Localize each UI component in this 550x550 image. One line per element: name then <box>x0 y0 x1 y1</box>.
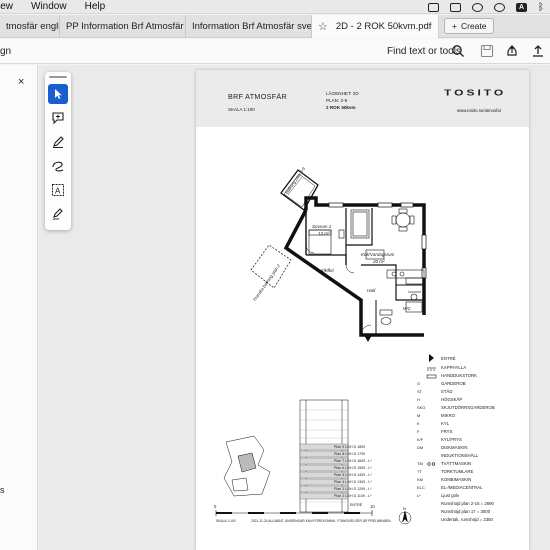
sign-label[interactable]: gn <box>0 46 11 57</box>
menu-window[interactable]: Window <box>22 1 76 12</box>
upload-icon[interactable] <box>531 44 545 58</box>
level-label: Plan 8 LGH D 1709 <box>334 452 366 456</box>
disclaimer: 2021-11-24 ALLMÄNT. ÄNDRINGAR KAN FÖREKO… <box>251 519 392 523</box>
kitchen-label: Kök/Vardagsrum <box>361 252 395 257</box>
add-comment-tool[interactable] <box>48 108 68 128</box>
hall-label: Hall <box>367 289 376 294</box>
bedroom-area: 13 m² <box>318 231 330 236</box>
tab-atmosfar-english[interactable]: tmosfär engli... <box>0 15 60 38</box>
floor-plan-drawing <box>215 169 437 525</box>
legend-item: HANDDUKSTORK <box>441 373 477 378</box>
cursor-arrow-icon <box>55 89 62 99</box>
legend-item: SKG SKJUTDÖRRSGARDEROB <box>417 405 495 410</box>
find-text-tools[interactable]: Find text or tools <box>387 46 461 57</box>
legend-item: ELC EL-/MEDIACENTRAL <box>417 485 483 490</box>
kitchen-area: 20 m² <box>373 259 385 264</box>
legend-item: K/F KYL/FRYS <box>417 437 462 442</box>
tab-strip: tmosfär engli... PP Information Brf Atmo… <box>0 15 550 38</box>
play-icon[interactable] <box>494 2 505 12</box>
scale-start: 0 <box>214 504 217 509</box>
panel-label: s <box>0 485 5 495</box>
save-icon[interactable] <box>480 44 494 58</box>
level-label: Plan 2 LGH D 1109 - L* <box>334 494 372 498</box>
text-box-icon: A <box>52 184 64 196</box>
status-area: A ᛒ <box>428 0 550 14</box>
drag-handle[interactable] <box>49 76 67 78</box>
share-icon[interactable] <box>505 44 519 58</box>
menu-help[interactable]: Help <box>76 1 115 12</box>
plus-icon: + <box>452 21 457 31</box>
compass-north: N <box>403 506 406 511</box>
legend-item: G GARDEROB <box>417 381 466 386</box>
svg-text:A: A <box>55 187 61 196</box>
bedroom-label: Sovrum 1 <box>312 224 332 229</box>
legend-item: F FRYS <box>417 429 453 434</box>
entrance-label: ENTRÉ <box>350 503 363 507</box>
pen-icon <box>53 136 64 148</box>
level-label: Plan 6 LGH D 1509 - L* <box>334 466 372 470</box>
level-label: Plan 7 LGH D 1609 - L* <box>334 459 372 463</box>
draw-tool[interactable] <box>48 156 68 176</box>
screen-icon[interactable] <box>450 2 461 12</box>
close-panel-icon[interactable]: × <box>18 76 24 88</box>
tab-label: PP Information Brf Atmosfär 2... <box>66 21 185 32</box>
tab-information-svenska[interactable]: Information Brf Atmosfär sven... <box>186 15 312 38</box>
menu-view[interactable]: iew <box>0 1 22 12</box>
scale-label: SKALA 1:100 <box>216 519 236 523</box>
bluetooth-icon[interactable]: ᛒ <box>538 2 544 13</box>
tab-pp-information[interactable]: PP Information Brf Atmosfär 2... <box>60 15 186 38</box>
quick-tools-rail: A <box>45 72 71 230</box>
left-panel: × s <box>0 65 38 550</box>
wc-label: WC <box>403 307 411 312</box>
toolbar: gn Find text or tools <box>0 39 550 64</box>
tab-label: 2D - 2 ROK 50kvm.pdf <box>335 21 432 32</box>
level-label: Plan 5 LGH D 1409 - L* <box>334 473 372 477</box>
text-box-tool[interactable]: A <box>48 180 68 200</box>
tab-label: tmosfär engli... <box>6 21 59 32</box>
comment-icon <box>52 112 64 125</box>
menu-bar: iew Window Help A ᛒ <box>0 0 550 14</box>
legend-item: ST STÄD <box>417 389 453 394</box>
tab-label: Information Brf Atmosfär sven... <box>192 21 312 32</box>
tab-2d-2rok[interactable]: ☆ 2D - 2 ROK 50kvm.pdf ✕ <box>312 15 439 38</box>
legend-item: INDUKTIONSHÄLL <box>441 453 479 458</box>
fill-sign-icon <box>52 208 63 220</box>
scale-end: 10 <box>370 504 375 509</box>
text-icon[interactable]: A <box>516 2 527 12</box>
star-icon[interactable]: ☆ <box>318 20 328 33</box>
freehand-draw-icon <box>52 161 64 172</box>
window-icon[interactable] <box>428 2 439 12</box>
room-height: Rumshöjd plan 2-16 = 2690 <box>441 501 494 506</box>
compass-rose <box>398 510 412 525</box>
pdf-page: BRF ATMOSFÄR SKALA 1:100 LÄGENHET: 2D PL… <box>196 70 529 550</box>
select-tool[interactable] <box>48 84 68 104</box>
record-icon[interactable] <box>472 2 483 12</box>
level-label: Plan 3 LGH D 1209 - L* <box>334 487 372 491</box>
legend-item: TM TVÄTTMASKIN <box>417 461 472 466</box>
level-label: Plan 4 LGH D 1309 - L* <box>334 480 372 484</box>
search-icon[interactable] <box>451 44 465 58</box>
legend-item: M MIKRO <box>417 413 456 418</box>
legend-item: H HÖGSKÅP <box>417 397 463 402</box>
room-height: Rumshöjd plan 17 = 3000 <box>441 509 491 514</box>
legend-item: DM DISKMASKIN <box>417 445 468 450</box>
legend-item: K KYL <box>417 421 450 426</box>
room-height: Undertak, rumshöjd = 2350 <box>441 517 493 522</box>
legend-item: KAPPHYLLA <box>441 365 467 370</box>
highlight-tool[interactable] <box>48 132 68 152</box>
closet-label: Klk/fkd <box>321 268 334 273</box>
legend-item: KM KOMBIMASKIN <box>417 477 472 482</box>
legend-item: L* Ljust golv <box>417 493 460 498</box>
legend-item: TT TORKTUMLARE <box>417 469 474 474</box>
legend-item: ENTRÉ <box>441 356 456 361</box>
level-label: Plan 9 LGH D 1809 <box>334 445 366 449</box>
create-label: Create <box>460 21 487 31</box>
create-button[interactable]: + Create <box>444 18 495 34</box>
sign-tool[interactable] <box>48 204 68 224</box>
